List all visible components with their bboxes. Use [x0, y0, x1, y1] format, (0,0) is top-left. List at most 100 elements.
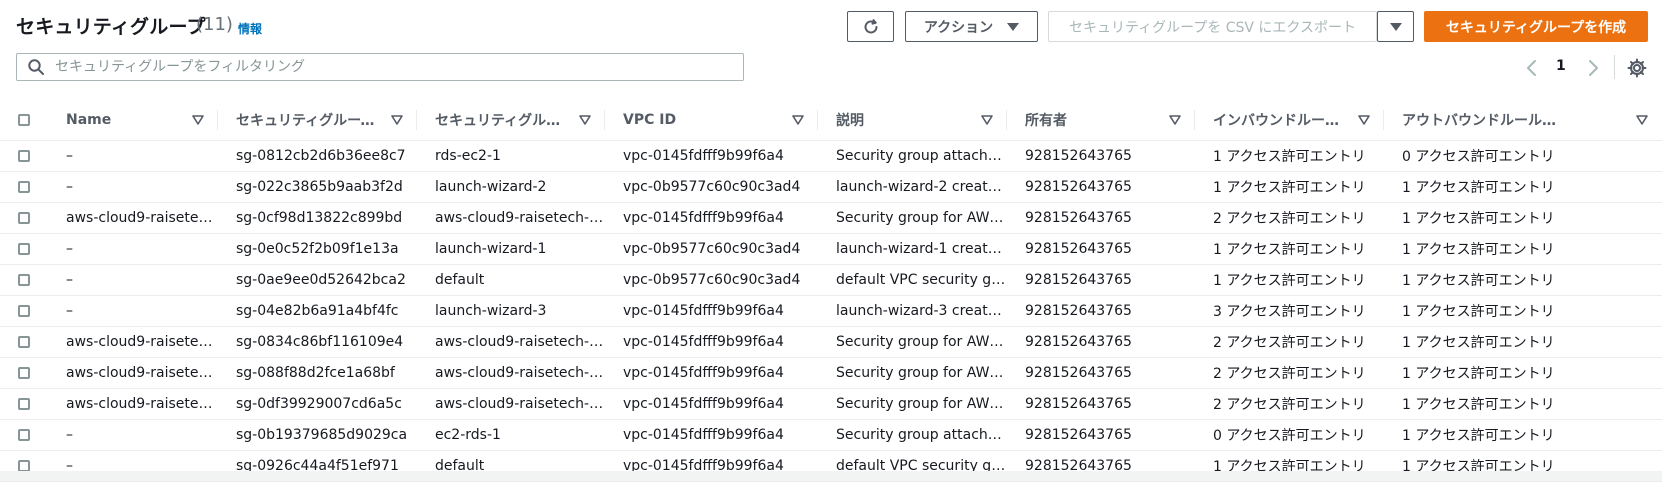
security-group-id-link[interactable]: sg-0834c86bf116109e4 — [218, 326, 417, 358]
refresh-button[interactable] — [847, 11, 894, 42]
table-row[interactable]: aws-cloud9-raisete… sg-0834c86bf116109e4 a… — [0, 326, 1662, 358]
name-cell: – — [48, 233, 218, 265]
column-header-name[interactable]: Name — [48, 100, 218, 141]
security-group-name-cell: rds-ec2-1 — [417, 140, 605, 172]
inbound-rules-cell: 1 アクセス許可エントリ — [1195, 171, 1384, 203]
table-row[interactable]: – sg-022c3865b9aab3f2d launch-wizard-2 vpc-… — [0, 171, 1662, 203]
info-link[interactable]: 情報 — [238, 20, 262, 37]
caret-down-icon — [1389, 22, 1402, 31]
outbound-rules-cell: 1 アクセス許可エントリ — [1384, 202, 1662, 234]
export-csv-button[interactable]: セキュリティグループを CSV にエクスポート — [1048, 11, 1377, 42]
search-input[interactable] — [53, 58, 743, 76]
sort-icon — [1358, 115, 1370, 125]
column-header-inbound-rules[interactable]: インバウンドルール… — [1195, 100, 1384, 141]
outbound-rules-cell: 1 アクセス許可エントリ — [1384, 357, 1662, 389]
export-button-label: セキュリティグループを CSV にエクスポート — [1068, 19, 1357, 36]
security-group-id-link[interactable]: sg-0b19379685d9029ca — [218, 419, 417, 451]
table-row[interactable]: – sg-0ae9ee0d52642bca2 default vpc-0b9577c6… — [0, 264, 1662, 296]
description-cell: Security group for AW… — [818, 388, 1007, 420]
sort-icon — [1636, 115, 1648, 125]
description-cell: Security group attache… — [818, 140, 1007, 172]
owner-cell: 928152643765 — [1007, 233, 1195, 265]
table-row[interactable]: – sg-0e0c52f2b09f1e13a launch-wizard-1 vpc-… — [0, 233, 1662, 265]
row-select-cell — [0, 357, 48, 389]
search-box[interactable] — [16, 53, 744, 81]
name-cell: aws-cloud9-raisete… — [48, 357, 218, 389]
security-group-id-link[interactable]: sg-04e82b6a91a4bf4fc — [218, 295, 417, 327]
description-cell: Security group for AW… — [818, 202, 1007, 234]
vpc-id-link[interactable]: vpc-0b9577c60c90c3ad4 — [605, 171, 818, 203]
security-group-count: (11) — [196, 14, 233, 35]
security-group-id-link[interactable]: sg-022c3865b9aab3f2d — [218, 171, 417, 203]
inbound-rules-cell: 2 アクセス許可エントリ — [1195, 326, 1384, 358]
description-cell: launch-wizard-2 create… — [818, 171, 1007, 203]
next-page-icon[interactable] — [1585, 58, 1601, 78]
row-checkbox[interactable] — [18, 336, 30, 348]
row-checkbox[interactable] — [18, 274, 30, 286]
vpc-id-link[interactable]: vpc-0145fdfff9b99f6a4 — [605, 202, 818, 234]
column-header-label: 説明 — [836, 113, 864, 129]
row-checkbox[interactable] — [18, 243, 30, 255]
row-checkbox[interactable] — [18, 429, 30, 441]
vpc-id-link[interactable]: vpc-0145fdfff9b99f6a4 — [605, 326, 818, 358]
row-checkbox[interactable] — [18, 181, 30, 193]
column-header-outbound-rules[interactable]: アウトバウンドルール… — [1384, 100, 1662, 141]
vpc-id-link[interactable]: vpc-0b9577c60c90c3ad4 — [605, 233, 818, 265]
column-header-vpc-id[interactable]: VPC ID — [605, 100, 818, 141]
security-group-id-link[interactable]: sg-0df39929007cd6a5c — [218, 388, 417, 420]
column-header-label: インバウンドルール… — [1213, 113, 1352, 129]
row-checkbox[interactable] — [18, 367, 30, 379]
security-group-id-link[interactable]: sg-088f88d2fce1a68bf — [218, 357, 417, 389]
previous-page-icon[interactable] — [1524, 58, 1540, 78]
outbound-rules-cell: 1 アクセス許可エントリ — [1384, 326, 1662, 358]
actions-button-label: アクション — [923, 19, 994, 36]
export-dropdown-button[interactable] — [1377, 11, 1414, 42]
row-select-cell — [0, 202, 48, 234]
row-select-cell — [0, 388, 48, 420]
column-header-description[interactable]: 説明 — [818, 100, 1007, 141]
caret-down-icon — [1007, 22, 1020, 31]
column-header-security-group-id[interactable]: セキュリティグループ… — [218, 100, 417, 141]
security-group-name-cell: launch-wizard-2 — [417, 171, 605, 203]
current-page-number[interactable]: 1 — [1556, 58, 1566, 74]
security-group-id-link[interactable]: sg-0ae9ee0d52642bca2 — [218, 264, 417, 296]
column-header-security-group-name[interactable]: セキュリティグルー… — [417, 100, 605, 141]
gear-icon[interactable] — [1627, 58, 1647, 78]
security-group-id-link[interactable]: sg-0cf98d13822c899bd — [218, 202, 417, 234]
row-checkbox[interactable] — [18, 398, 30, 410]
security-group-name-cell: default — [417, 264, 605, 296]
vpc-id-link[interactable]: vpc-0145fdfff9b99f6a4 — [605, 419, 818, 451]
outbound-rules-cell: 1 アクセス許可エントリ — [1384, 388, 1662, 420]
column-header-label: 所有者 — [1025, 113, 1067, 129]
column-header-owner[interactable]: 所有者 — [1007, 100, 1195, 141]
row-select-cell — [0, 264, 48, 296]
security-group-id-link[interactable]: sg-0812cb2d6b36ee8c7 — [218, 140, 417, 172]
table-row[interactable]: aws-cloud9-raisete… sg-0cf98d13822c899bd a… — [0, 202, 1662, 234]
table-row[interactable]: – sg-04e82b6a91a4bf4fc launch-wizard-3 vpc-… — [0, 295, 1662, 327]
select-all-checkbox[interactable] — [18, 114, 30, 126]
inbound-rules-cell: 2 アクセス許可エントリ — [1195, 388, 1384, 420]
create-security-group-button[interactable]: セキュリティグループを作成 — [1424, 11, 1648, 42]
row-select-cell — [0, 140, 48, 172]
owner-cell: 928152643765 — [1007, 140, 1195, 172]
vpc-id-link[interactable]: vpc-0145fdfff9b99f6a4 — [605, 140, 818, 172]
description-cell: launch-wizard-3 create… — [818, 295, 1007, 327]
row-checkbox[interactable] — [18, 305, 30, 317]
vpc-id-link[interactable]: vpc-0145fdfff9b99f6a4 — [605, 295, 818, 327]
owner-cell: 928152643765 — [1007, 419, 1195, 451]
security-group-name-cell: aws-cloud9-raisetech-l… — [417, 326, 605, 358]
table-row[interactable]: – sg-0b19379685d9029ca ec2-rds-1 vpc-0145fd… — [0, 419, 1662, 451]
security-group-id-link[interactable]: sg-0e0c52f2b09f1e13a — [218, 233, 417, 265]
row-checkbox[interactable] — [18, 150, 30, 162]
actions-dropdown-button[interactable]: アクション — [905, 11, 1038, 42]
vpc-id-link[interactable]: vpc-0145fdfff9b99f6a4 — [605, 357, 818, 389]
table-row[interactable]: aws-cloud9-raisete… sg-0df39929007cd6a5c a… — [0, 388, 1662, 420]
security-group-name-cell: launch-wizard-1 — [417, 233, 605, 265]
table-row[interactable]: aws-cloud9-raisete… sg-088f88d2fce1a68bf a… — [0, 357, 1662, 389]
vpc-id-link[interactable]: vpc-0b9577c60c90c3ad4 — [605, 264, 818, 296]
owner-cell: 928152643765 — [1007, 171, 1195, 203]
sort-icon — [1169, 115, 1181, 125]
vpc-id-link[interactable]: vpc-0145fdfff9b99f6a4 — [605, 388, 818, 420]
row-checkbox[interactable] — [18, 212, 30, 224]
table-row[interactable]: – sg-0812cb2d6b36ee8c7 rds-ec2-1 vpc-0145fd… — [0, 140, 1662, 172]
